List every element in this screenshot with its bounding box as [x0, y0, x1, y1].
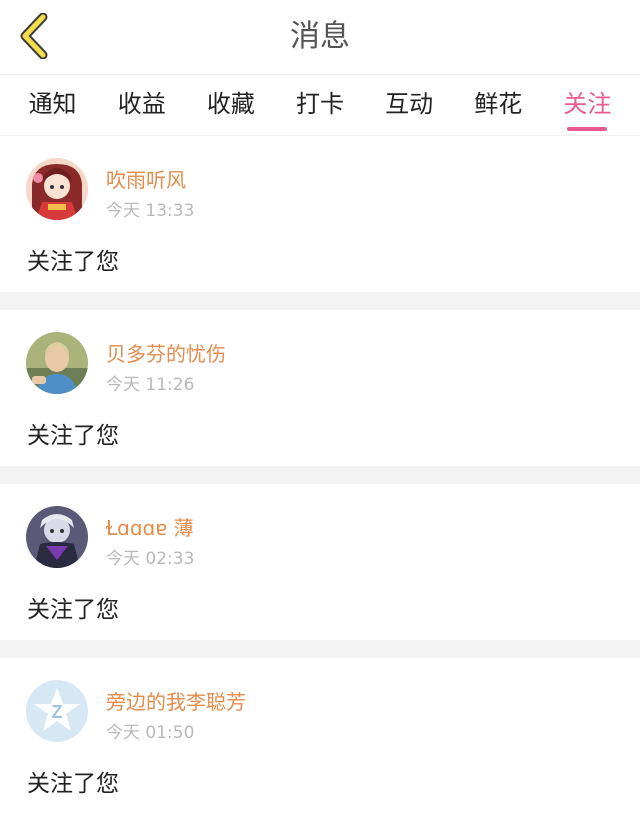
- divider: [0, 466, 640, 484]
- dark-character-avatar-icon[interactable]: [26, 506, 88, 568]
- photo-avatar-icon[interactable]: [26, 332, 88, 394]
- message-text: 关注了您: [27, 423, 119, 449]
- tab-interactions[interactable]: 互动: [365, 75, 454, 135]
- tab-notifications[interactable]: 通知: [8, 75, 97, 135]
- user-name[interactable]: 吹雨听风: [106, 164, 186, 193]
- message-text: 关注了您: [27, 597, 119, 623]
- tab-earnings[interactable]: 收益: [97, 75, 186, 135]
- tab-flowers[interactable]: 鲜花: [454, 75, 543, 135]
- tab-favorites[interactable]: 收藏: [186, 75, 275, 135]
- list-item[interactable]: 贝多芬的忧伤 今天 11:26 关注了您: [0, 310, 640, 466]
- user-name[interactable]: 旁边的我李聪芳: [106, 686, 246, 715]
- message-text: 关注了您: [27, 771, 119, 797]
- tab-bar: 通知 收益 收藏 打卡 互动 鲜花 关注: [0, 75, 640, 136]
- page-title: 消息: [290, 19, 350, 54]
- divider: [0, 292, 640, 310]
- message-text: 关注了您: [27, 249, 119, 275]
- list-item[interactable]: Ɫɑɑɑɐ 薄 今天 02:33 关注了您: [0, 484, 640, 640]
- follow-list: 吹雨听风 今天 13:33 关注了您 贝多芬的忧伤 今天 11:26 关注了您: [0, 136, 640, 814]
- list-item[interactable]: Z 旁边的我李聪芳 今天 01:50 关注了您: [0, 658, 640, 814]
- default-star-avatar-icon[interactable]: Z: [26, 680, 88, 742]
- header: 消息: [0, 0, 640, 75]
- user-name[interactable]: Ɫɑɑɑɐ 薄: [106, 512, 194, 541]
- divider: [0, 640, 640, 658]
- timestamp: 今天 11:26: [106, 375, 195, 395]
- svg-text:Z: Z: [52, 702, 63, 722]
- tab-follows[interactable]: 关注: [543, 75, 632, 135]
- timestamp: 今天 01:50: [106, 723, 195, 743]
- tab-checkin[interactable]: 打卡: [275, 75, 364, 135]
- timestamp: 今天 13:33: [106, 201, 195, 221]
- user-name[interactable]: 贝多芬的忧伤: [106, 338, 226, 367]
- timestamp: 今天 02:33: [106, 549, 195, 569]
- anime-girl-avatar-icon[interactable]: [26, 158, 88, 220]
- list-item[interactable]: 吹雨听风 今天 13:33 关注了您: [0, 136, 640, 292]
